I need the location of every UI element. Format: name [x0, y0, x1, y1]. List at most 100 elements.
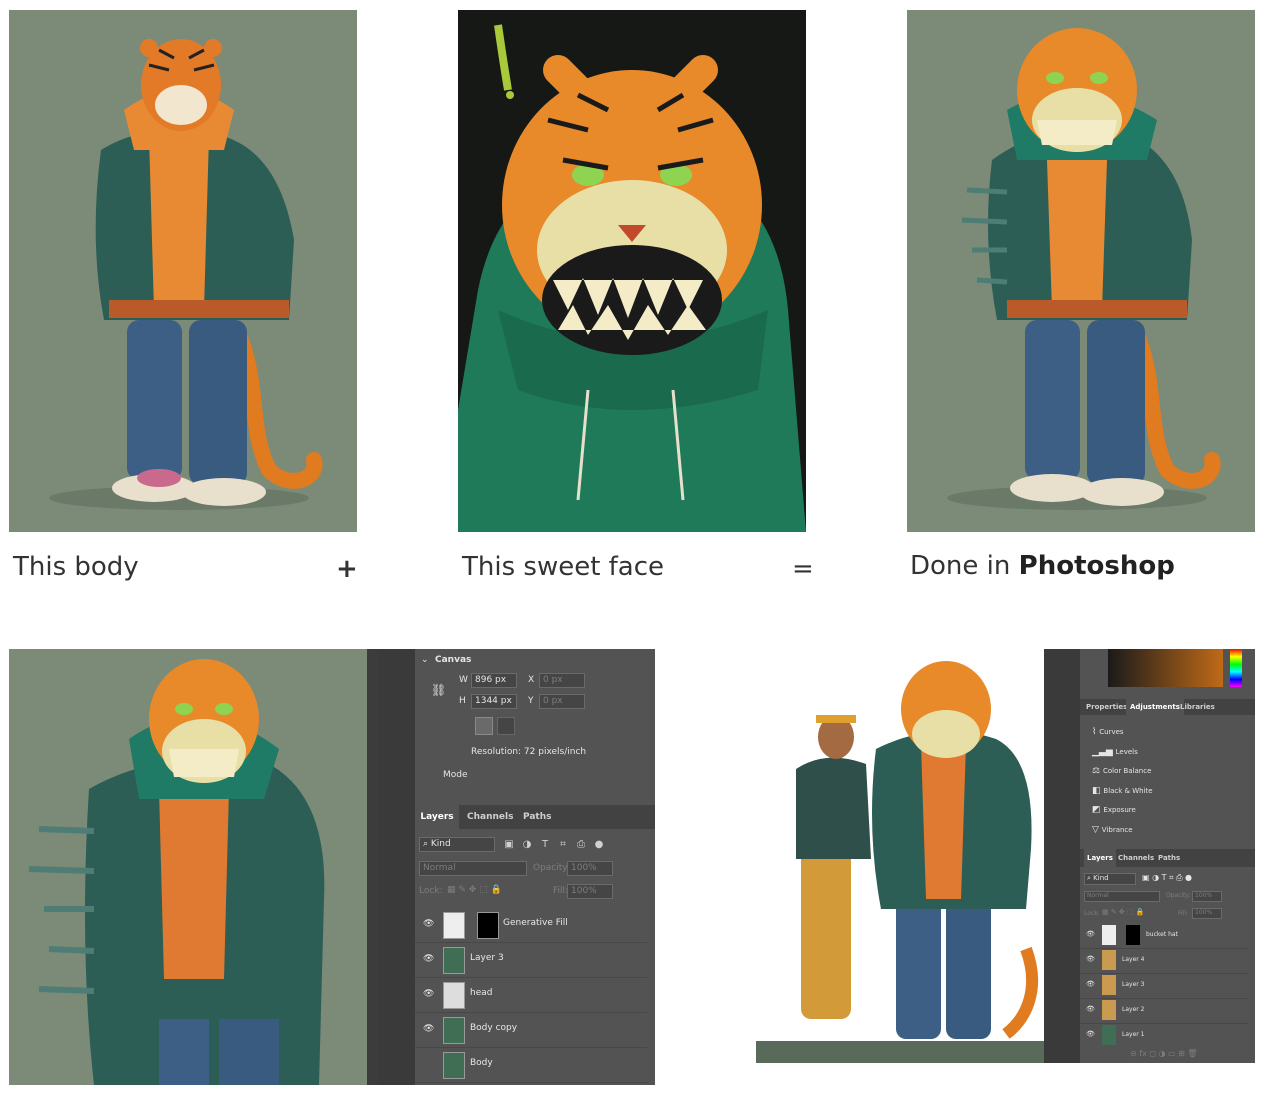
eye-icon[interactable]: 👁	[1086, 930, 1095, 938]
layers-panel: ⌕ Kind ▣ ◑ T ⌗ ⎙ ● Normal Opacity: 100% …	[415, 829, 655, 1085]
caption-result-bold: Photoshop	[1018, 551, 1175, 581]
landscape-orientation-button[interactable]	[497, 717, 515, 735]
layer-row[interactable]: 👁 Generative Fill	[415, 907, 647, 943]
adjustment-color-balance[interactable]: ⚖ Color Balance	[1092, 766, 1151, 776]
ps-scrollbar-left[interactable]	[367, 649, 379, 1085]
layer-row[interactable]: 👁 Layer 3	[415, 942, 647, 978]
blend-mode-select[interactable]: Normal	[1084, 891, 1160, 902]
lock-label: Lock:	[419, 886, 443, 896]
tiger-face-image	[458, 10, 806, 532]
blend-mode-select[interactable]: Normal	[419, 861, 527, 876]
fill-label: Fill:	[1178, 910, 1189, 917]
color-picker[interactable]	[1108, 649, 1223, 687]
width-field[interactable]: 896 px	[471, 673, 517, 688]
ps-layers-panel-right: Layers Channels Paths ⌕ Kind ▣ ◑ T ⌗ ⎙ ●…	[1080, 849, 1255, 1063]
layer-row[interactable]: 👁 Body copy	[415, 1012, 647, 1048]
layer-name: Layer 3	[470, 953, 504, 963]
smart-object-filter-icon[interactable]: ⎙	[575, 839, 587, 851]
ps-toolbar-strip	[379, 649, 415, 1085]
fill-field[interactable]: 100%	[1192, 908, 1222, 919]
eye-icon[interactable]: 👁	[423, 1024, 435, 1034]
y-label: Y	[528, 696, 534, 706]
opacity-field[interactable]: 100%	[567, 861, 613, 876]
tab-adjustments[interactable]: Adjustments	[1126, 699, 1184, 715]
layer-name: Body copy	[470, 1023, 518, 1033]
link-icon[interactable]: ⛓	[431, 683, 446, 697]
lock-icons[interactable]: ▦ ✎ ✥ ⬚ 🔒	[447, 885, 502, 895]
layer-row[interactable]: 👁 Layer 4	[1080, 948, 1248, 974]
lock-label: Lock:	[1084, 910, 1100, 917]
fill-field[interactable]: 100%	[567, 884, 613, 899]
eye-icon[interactable]: 👁	[423, 989, 435, 999]
height-label: H	[459, 696, 466, 706]
adjustment-vibrance[interactable]: ▽ Vibrance	[1092, 825, 1133, 835]
layer-name: Body	[470, 1058, 493, 1068]
levels-icon: ▁▃▅	[1092, 747, 1113, 757]
shape-filter-icon[interactable]: ⌗	[557, 839, 569, 851]
combined-result-image	[907, 10, 1255, 532]
hue-slider[interactable]	[1230, 649, 1242, 687]
kind-filter[interactable]: ⌕ Kind	[1084, 873, 1136, 885]
adjustment-exposure[interactable]: ◩ Exposure	[1092, 805, 1136, 815]
layer-row[interactable]: 👁 Layer 2	[1080, 998, 1248, 1024]
tab-layers[interactable]: Layers	[415, 805, 459, 829]
layer-row[interactable]: Body	[415, 1047, 647, 1083]
adjustment-curves[interactable]: ⌇ Curves	[1092, 727, 1124, 737]
caption-result: Done in Photoshop	[910, 551, 1175, 581]
color-balance-icon: ⚖	[1092, 766, 1101, 776]
eye-icon[interactable]: 👁	[1086, 1030, 1095, 1038]
tab-properties[interactable]: Properties	[1086, 699, 1127, 715]
eye-icon[interactable]: 👁	[423, 954, 435, 964]
caption-face: This sweet face	[462, 552, 665, 582]
tab-layers[interactable]: Layers	[1084, 849, 1116, 867]
kind-filter[interactable]: ⌕ Kind	[419, 837, 495, 852]
canvas-section: ⌄ Canvas ⛓ W 896 px H 1344 px X 0 px Y 0…	[415, 649, 655, 805]
eye-icon[interactable]: 👁	[1086, 955, 1095, 963]
chevron-down-icon[interactable]: ⌄	[421, 655, 429, 665]
tab-libraries[interactable]: Libraries	[1180, 699, 1215, 715]
tab-channels[interactable]: Channels	[1118, 849, 1154, 867]
layer-thumbnail	[443, 947, 465, 974]
layer-thumbnail	[1102, 975, 1116, 995]
layer-mask-thumbnail	[1126, 925, 1140, 945]
eye-icon[interactable]: 👁	[423, 919, 435, 929]
filter-toggle-icon[interactable]: ●	[593, 839, 605, 851]
filter-icons[interactable]: ▣ ◑ T ⌗ ⎙ ●	[1142, 873, 1192, 883]
layer-row[interactable]: 👁 Layer 3	[1080, 973, 1248, 999]
x-field[interactable]: 0 px	[539, 673, 585, 688]
layer-name: bucket hat	[1146, 931, 1178, 938]
height-field[interactable]: 1344 px	[471, 694, 517, 709]
layer-row[interactable]: 👁 Layer 1	[1080, 1023, 1248, 1048]
layer-row[interactable]: 👁 bucket hat	[1080, 923, 1248, 949]
portrait-orientation-button[interactable]	[475, 717, 493, 735]
ps-toolbar-strip-right	[1044, 649, 1080, 1063]
adjustment-levels[interactable]: ▁▃▅ Levels	[1092, 747, 1138, 757]
layer-list-right: 👁 bucket hat 👁 Layer 4 👁 Layer 3 👁 Layer…	[1080, 923, 1248, 1048]
eye-icon[interactable]: 👁	[1086, 1005, 1095, 1013]
layer-thumbnail	[1102, 950, 1116, 970]
opacity-field[interactable]: 100%	[1192, 891, 1222, 902]
x-label: X	[528, 675, 535, 685]
eye-icon[interactable]: 👁	[1086, 980, 1095, 988]
black-white-icon: ◧	[1092, 786, 1101, 796]
ps-adjustments-panel: Properties Adjustments Libraries ⌇ Curve…	[1080, 649, 1255, 849]
adjustments-tab-bar: Properties Adjustments Libraries	[1080, 699, 1255, 715]
layer-thumbnail	[1102, 1025, 1116, 1045]
y-field[interactable]: 0 px	[539, 694, 585, 709]
image-filter-icon[interactable]: ▣	[503, 839, 515, 851]
opacity-label: Opacity:	[1166, 892, 1191, 899]
equals-sign: =	[792, 554, 814, 584]
type-filter-icon[interactable]: T	[539, 839, 551, 851]
tab-channels[interactable]: Channels	[467, 805, 513, 829]
lock-icons[interactable]: ▦ ✎ ✥ ⬚ 🔒	[1102, 908, 1145, 916]
tab-paths[interactable]: Paths	[1158, 849, 1180, 867]
width-label: W	[459, 675, 468, 685]
tab-paths[interactable]: Paths	[523, 805, 552, 829]
layer-actions-bar[interactable]: ⊖ fx ◻ ◑ ▭ ⊞ 🗑	[1130, 1049, 1198, 1058]
adjustment-filter-icon[interactable]: ◑	[521, 839, 533, 851]
layer-thumbnail	[443, 1052, 465, 1079]
layer-name: Generative Fill	[503, 918, 568, 928]
layer-row[interactable]: 👁 head	[415, 977, 647, 1013]
adjustment-black-white[interactable]: ◧ Black & White	[1092, 786, 1153, 796]
layer-name: Layer 3	[1122, 981, 1145, 988]
